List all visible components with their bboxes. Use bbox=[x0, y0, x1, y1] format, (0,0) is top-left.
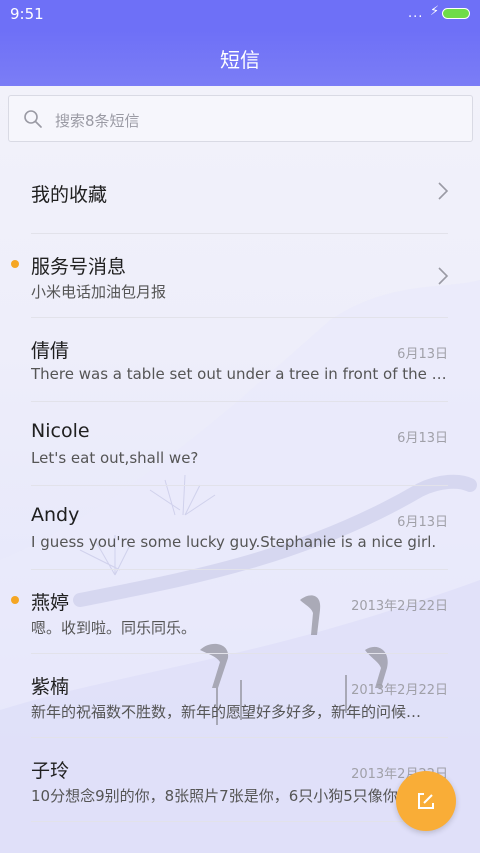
favorites-row[interactable]: 我的收藏 bbox=[0, 148, 480, 234]
compose-button[interactable] bbox=[396, 771, 456, 831]
conversation-row[interactable]: 紫楠 2013年2月22日 新年的祝福数不胜数，新年的愿望好多好多，新年的问候… bbox=[0, 654, 480, 738]
message-preview: 10分想念9别的你，8张照片7张是你，6只小狗5只像你 bbox=[31, 787, 398, 805]
compose-icon bbox=[418, 793, 434, 809]
contact-name: 倩倩 bbox=[31, 340, 70, 362]
charging-icon: ⚡ bbox=[430, 4, 440, 19]
chevron-right-icon bbox=[438, 182, 449, 200]
app-header: 短信 bbox=[0, 30, 480, 86]
conversation-row[interactable]: Nicole 6月13日 Let's eat out,shall we? bbox=[0, 402, 480, 486]
status-time: 9:51 bbox=[10, 5, 44, 23]
status-bar: 9:51 ... ⚡ bbox=[0, 0, 480, 30]
message-date: 6月13日 bbox=[397, 347, 448, 362]
message-preview: I guess you're some lucky guy.Stephanie … bbox=[31, 533, 437, 551]
service-preview: 小米电话加油包月报 bbox=[31, 283, 167, 301]
unread-dot bbox=[11, 260, 19, 268]
signal-icon: ... bbox=[408, 6, 424, 21]
contact-name: 子玲 bbox=[31, 760, 70, 782]
message-date: 2013年2月22日 bbox=[351, 599, 448, 614]
message-preview: 新年的祝福数不胜数，新年的愿望好多好多，新年的问候… bbox=[31, 703, 422, 721]
service-title: 服务号消息 bbox=[31, 256, 127, 278]
message-preview: There was a table set out under a tree i… bbox=[31, 365, 449, 383]
contact-name: 紫楠 bbox=[31, 676, 70, 698]
divider bbox=[31, 821, 448, 822]
favorites-label: 我的收藏 bbox=[31, 184, 108, 206]
search-icon bbox=[24, 110, 42, 128]
message-date: 6月13日 bbox=[397, 431, 448, 446]
contact-name: Andy bbox=[31, 504, 80, 526]
message-preview: Let's eat out,shall we? bbox=[31, 449, 199, 467]
unread-dot bbox=[11, 596, 19, 604]
conversation-row[interactable]: Andy 6月13日 I guess you're some lucky guy… bbox=[0, 486, 480, 570]
battery-icon bbox=[442, 8, 470, 19]
search-placeholder: 搜索8条短信 bbox=[55, 112, 140, 130]
page-title: 短信 bbox=[220, 48, 260, 72]
chevron-right-icon bbox=[438, 267, 449, 285]
message-date: 6月13日 bbox=[397, 515, 448, 530]
search-input[interactable]: 搜索8条短信 bbox=[8, 95, 473, 142]
service-messages-row[interactable]: 服务号消息 小米电话加油包月报 bbox=[0, 234, 480, 318]
message-preview: 嗯。收到啦。同乐同乐。 bbox=[31, 619, 197, 637]
conversation-row[interactable]: 倩倩 6月13日 There was a table set out under… bbox=[0, 318, 480, 402]
contact-name: 燕婷 bbox=[31, 592, 70, 614]
message-date: 2013年2月22日 bbox=[351, 683, 448, 698]
contact-name: Nicole bbox=[31, 420, 90, 442]
conversation-row[interactable]: 燕婷 2013年2月22日 嗯。收到啦。同乐同乐。 bbox=[0, 570, 480, 654]
